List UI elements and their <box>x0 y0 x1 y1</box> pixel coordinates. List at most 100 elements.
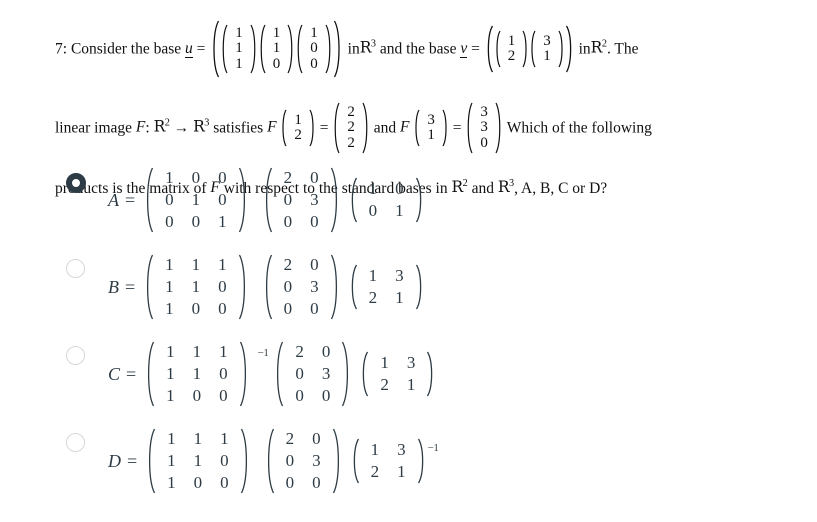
exponent-3: 3 <box>370 38 376 50</box>
right-paren-d-m32 <box>332 428 339 494</box>
option-b-matrix-2x2: 1 3 2 1 <box>348 264 425 310</box>
matrix-cell: 2 <box>294 127 302 143</box>
matrix-cell: 0 <box>310 211 319 231</box>
option-row-b[interactable]: B = 1 1 1 1 1 0 1 0 0 2 0 0 3 0 0 1 3 2 … <box>0 250 817 337</box>
option-a-m3-values: 1 0 0 0 1 0 0 0 1 <box>154 167 238 232</box>
v-vector-1-values: 1 2 <box>501 33 523 65</box>
matrix-cell: 1 <box>167 451 176 471</box>
matrix-cell: 1 <box>218 255 227 275</box>
in-word-2: in <box>578 40 591 58</box>
matrix-cell: 1 <box>166 385 175 405</box>
linear-image-text: linear image <box>55 119 133 137</box>
matrix-cell: 0 <box>192 385 202 405</box>
left-paren-v2 <box>531 30 536 68</box>
matrix-cell: 0 <box>283 298 293 318</box>
colon-1: : <box>145 119 150 137</box>
matrix-cell: 0 <box>310 255 319 275</box>
question-line-1: 7: Consider the base u = 1 1 1 1 1 0 1 0… <box>55 20 795 78</box>
matrix-cell: 1 <box>191 190 201 210</box>
matrix-cell: 0 <box>283 190 293 210</box>
matrix-cell: 0 <box>218 277 227 297</box>
option-b-m3-values: 1 1 1 1 1 0 1 0 0 <box>154 254 238 319</box>
option-c-matrix-2x2: 1 3 2 1 <box>359 351 436 397</box>
option-a-m2-values: 1 0 0 1 <box>358 178 415 222</box>
F-arg-2: 3 1 <box>413 109 449 147</box>
option-c-m3-values: 1 1 1 1 1 0 1 0 0 <box>155 341 239 406</box>
option-d-expression: D = 1 1 1 1 1 0 1 0 0 2 0 0 3 0 0 1 3 2 … <box>108 428 443 494</box>
left-paren-a-m3 <box>147 167 154 233</box>
right-paren-farg2 <box>442 109 447 147</box>
left-paren-b-m3 <box>147 254 154 320</box>
option-b-equals: = <box>125 276 136 297</box>
left-paren-u2 <box>260 24 266 74</box>
equals-sign-v: = <box>471 40 480 58</box>
matrix-cell: 3 <box>310 190 319 210</box>
in-word-1: in <box>347 40 360 58</box>
reals-symbol-2: R <box>590 38 603 57</box>
matrix-cell: 2 <box>507 48 516 64</box>
right-paren-a-m32 <box>330 167 337 233</box>
matrix-cell: 1 <box>193 429 203 449</box>
matrix-cell: 1 <box>165 255 174 275</box>
left-paren-fval2 <box>468 102 473 154</box>
matrix-cell: 2 <box>295 342 304 362</box>
radio-option-a[interactable] <box>66 173 86 193</box>
option-row-a[interactable]: A = 1 0 0 0 1 0 0 0 1 2 0 0 3 0 0 1 0 0 … <box>0 163 817 250</box>
left-paren-v1 <box>496 30 501 68</box>
left-paren-farg2 <box>415 109 420 147</box>
option-d-matrix-2x2: 1 3 2 1 <box>350 438 427 484</box>
matrix-cell: 1 <box>165 168 174 188</box>
matrix-cell: 2 <box>347 104 355 121</box>
matrix-cell: 3 <box>310 277 319 297</box>
matrix-cell: 1 <box>165 277 174 297</box>
option-d-matrix-3x3: 1 1 1 1 1 0 1 0 0 <box>145 428 251 494</box>
right-paren-u1 <box>250 24 256 74</box>
matrix-cell: 0 <box>480 134 488 151</box>
u-vector-3: 1 0 0 <box>295 24 333 74</box>
radio-option-c[interactable] <box>66 346 85 365</box>
matrix-cell: 0 <box>193 472 203 492</box>
left-paren-d-m3 <box>149 428 156 494</box>
radio-option-d[interactable] <box>66 433 85 452</box>
matrix-cell: 1 <box>272 25 281 42</box>
right-paren-c-m3 <box>239 341 246 407</box>
F-arg-1-values: 1 2 <box>287 111 309 144</box>
option-b-m2-values: 1 3 2 1 <box>358 265 415 309</box>
matrix-cell: 1 <box>294 111 302 128</box>
domain-exponent: 2 <box>164 117 170 129</box>
equals-sign-f1: = <box>319 119 329 137</box>
F-symbol-2: F <box>267 118 277 136</box>
option-a-matrix-2x2: 1 0 0 1 <box>348 177 425 223</box>
matrix-cell: 1 <box>191 255 201 275</box>
left-paren-farg1 <box>282 109 287 147</box>
radio-option-b[interactable] <box>66 259 85 278</box>
matrix-cell: 3 <box>427 111 435 128</box>
right-paren-a-m3 <box>238 167 245 233</box>
question-number: 7: <box>55 40 68 58</box>
v-vector-2: 3 1 <box>529 30 565 68</box>
right-paren-fval1 <box>362 102 368 154</box>
option-a-label: A <box>108 189 119 210</box>
u-vector-3-values: 1 0 0 <box>303 25 325 72</box>
matrix-cell: 0 <box>283 277 293 297</box>
right-paren-v1 <box>522 30 527 68</box>
base-v-tuple: 1 2 3 1 <box>484 25 575 73</box>
option-row-d[interactable]: D = 1 1 1 1 1 0 1 0 0 2 0 0 3 0 0 1 3 2 … <box>0 424 817 511</box>
matrix-cell: 1 <box>166 364 175 384</box>
matrix-cell: 1 <box>368 179 378 199</box>
matrix-cell: 1 <box>406 375 416 394</box>
matrix-cell: 3 <box>312 451 321 471</box>
and-word: and <box>373 119 397 137</box>
matrix-cell: 0 <box>191 298 201 318</box>
option-d-matrix-3x2: 2 0 0 3 0 0 <box>264 428 343 494</box>
option-d-label: D <box>108 450 121 471</box>
option-c-m32-values: 2 0 0 3 0 0 <box>284 341 341 406</box>
big-left-paren-v <box>487 25 493 73</box>
u-vector-1: 1 1 1 <box>220 24 258 74</box>
matrix-cell: 0 <box>165 190 174 210</box>
base-u-symbol: u <box>185 39 193 58</box>
matrix-cell: 0 <box>310 55 318 72</box>
option-row-c[interactable]: C = 1 1 1 1 1 0 1 0 0 −1 2 0 0 3 0 0 1 3… <box>0 337 817 424</box>
option-d-m2-values: 1 3 2 1 <box>360 439 417 483</box>
left-paren-c-m3 <box>148 341 155 407</box>
